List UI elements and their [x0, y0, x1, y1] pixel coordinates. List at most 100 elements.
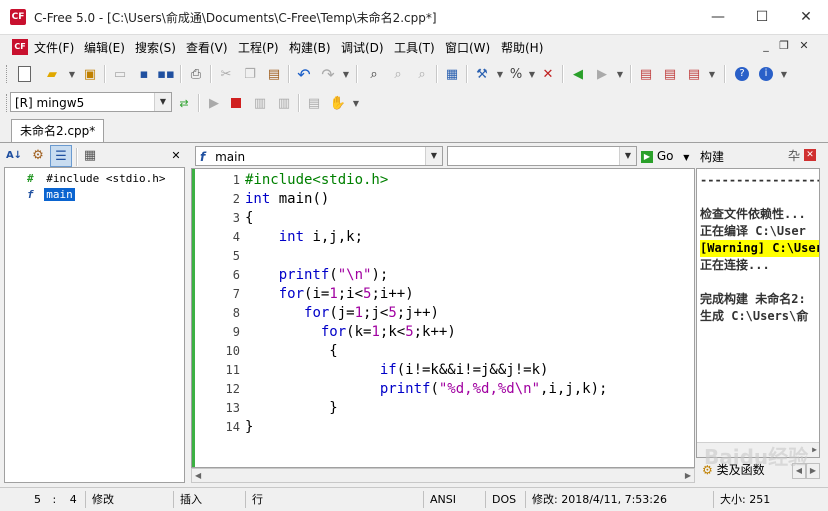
menu-search[interactable]: 搜索(S) — [135, 39, 176, 56]
options-button[interactable]: ▦ — [80, 145, 100, 165]
step-into-button[interactable]: ▥ — [274, 93, 294, 113]
member-select[interactable]: ▼ — [447, 146, 637, 166]
watch-button[interactable]: ▤ — [304, 93, 324, 113]
pin-button[interactable]: 卆 — [788, 147, 800, 164]
mdi-restore-button[interactable]: ❐ — [776, 39, 792, 53]
help-button[interactable]: ? — [732, 64, 752, 84]
panel-scroll-button[interactable]: ▶ — [806, 463, 820, 479]
menu-project[interactable]: 工程(P) — [238, 39, 279, 56]
bookmark-toggle-button[interactable]: ▤ — [636, 64, 656, 84]
stop-button[interactable] — [226, 93, 246, 113]
find-in-files-button[interactable]: ▦ — [442, 64, 462, 84]
sort-az-icon: A↓ — [5, 149, 23, 161]
compile-button[interactable]: ⚒ — [472, 64, 492, 84]
bookmark-clear-button[interactable]: ▤ — [684, 64, 704, 84]
menu-build[interactable]: 构建(B) — [289, 39, 331, 56]
mdi-close-button[interactable]: ✕ — [796, 39, 812, 53]
panel-scroll-button[interactable]: ◀ — [792, 463, 806, 479]
options-icon: ▦ — [83, 147, 97, 163]
compiler-select[interactable]: [R] mingw5 ▼ — [10, 92, 172, 112]
open-project-button[interactable]: ▣ — [80, 64, 100, 84]
document-tab-bar: 未命名2.cpp* — [0, 117, 828, 143]
build-panel-close-button[interactable]: ✕ — [804, 149, 816, 161]
watch-icon: ▤ — [307, 95, 321, 111]
scroll-right-icon: ▶ — [812, 445, 817, 454]
code-line: 6 printf("\n"); — [232, 267, 389, 283]
output-warning-line: [Warning] C:\User — [700, 240, 819, 257]
run-icon: ▶ — [209, 95, 219, 111]
sort-button[interactable]: A↓ — [4, 145, 24, 165]
new-file-button[interactable] — [14, 64, 34, 84]
find-next-button[interactable]: ⌕ — [388, 64, 408, 84]
info-icon: i — [759, 67, 773, 81]
code-editor[interactable]: 1 #include<stdio.h> 2 int main() 3{ 4 int … — [191, 168, 695, 468]
forward-button[interactable]: ▶ — [592, 64, 612, 84]
close-file-button[interactable]: ▭ — [110, 64, 130, 84]
step-over-button[interactable]: ▥ — [250, 93, 270, 113]
close-button[interactable]: ✕ — [784, 0, 828, 34]
hand-button[interactable]: ✋ — [328, 93, 348, 113]
function-select[interactable]: f main ▼ — [195, 146, 443, 166]
hand-icon: ✋ — [329, 95, 347, 111]
arrow-left-icon: ◀ — [573, 66, 583, 82]
editor-horizontal-scrollbar[interactable]: ◀ ▶ — [191, 468, 695, 483]
info-dropdown[interactable]: ▼ — [774, 64, 794, 84]
cut-button[interactable]: ✂ — [216, 64, 236, 84]
menu-edit[interactable]: 编辑(E) — [84, 39, 125, 56]
find-button[interactable]: ⌕ — [364, 64, 384, 84]
build-panel-title: 构建 — [700, 150, 725, 164]
menu-bar: CF 文件(F) 编辑(E) 搜索(S) 查看(V) 工程(P) 构建(B) 调… — [0, 35, 828, 59]
go-button[interactable]: ▶ Go ▼ — [641, 146, 693, 166]
output-line: 正在编译 C:\User — [700, 224, 806, 238]
insert-mode: 插入 — [176, 491, 246, 508]
paste-button[interactable]: ▤ — [264, 64, 284, 84]
stop-build-button[interactable]: ✕ — [538, 64, 558, 84]
switch-compiler-button[interactable]: ⇄ — [174, 93, 194, 113]
tab-untitled2[interactable]: 未命名2.cpp* — [11, 119, 105, 142]
hand-dropdown[interactable]: ▼ — [346, 93, 366, 113]
tree-item-include[interactable]: # #include <stdio.h> — [27, 171, 165, 187]
replace-button[interactable]: ⌕ — [412, 64, 432, 84]
menu-view[interactable]: 查看(V) — [186, 39, 228, 56]
minimize-button[interactable]: — — [696, 0, 740, 34]
copy-button[interactable]: ❐ — [240, 64, 260, 84]
chevron-down-icon: ▼ — [683, 153, 690, 162]
bookmark-next-icon: ▤ — [663, 66, 677, 82]
menu-window[interactable]: 窗口(W) — [445, 39, 490, 56]
redo-button[interactable]: ↷ — [318, 64, 338, 84]
save-button[interactable]: ▪ — [134, 64, 154, 84]
open-button[interactable]: ▰ — [42, 64, 62, 84]
mdi-minimize-button[interactable]: _ — [758, 39, 774, 53]
chevron-down-icon: ▼ — [154, 93, 171, 111]
menu-file[interactable]: 文件(F) — [34, 39, 74, 56]
menu-tools[interactable]: 工具(T) — [394, 39, 435, 56]
maximize-button[interactable]: ☐ — [740, 0, 784, 34]
list-view-button[interactable]: ☰ — [50, 145, 72, 167]
tab-class-functions[interactable]: ⚙ 类及函数 — [702, 461, 765, 479]
save-all-button[interactable]: ▪▪ — [156, 64, 176, 84]
run-button[interactable]: ▶ — [204, 93, 224, 113]
menu-help[interactable]: 帮助(H) — [501, 39, 543, 56]
menu-debug[interactable]: 调试(D) — [341, 39, 384, 56]
redo-dropdown[interactable]: ▼ — [336, 64, 356, 84]
editor-panel: f main ▼ ▼ ▶ Go ▼ 1 #include<stdio.h> 2 in… — [191, 143, 695, 483]
undo-button[interactable]: ↶ — [294, 64, 314, 84]
bookmark-next-button[interactable]: ▤ — [660, 64, 680, 84]
filter-icon: ⚙ — [32, 147, 44, 163]
step-into-icon: ▥ — [277, 95, 291, 111]
forward-dropdown[interactable]: ▼ — [610, 64, 630, 84]
bookmark-clear-icon: ▤ — [687, 66, 701, 82]
open-dropdown[interactable]: ▼ — [62, 64, 82, 84]
symbol-panel-close-button[interactable]: ✕ — [166, 145, 186, 165]
bookmark-dropdown[interactable]: ▼ — [702, 64, 722, 84]
class-icon: ⚙ — [702, 463, 713, 477]
filter-button[interactable]: ⚙ — [28, 145, 48, 165]
print-button[interactable]: ⎙ — [186, 64, 206, 84]
tree-item-main[interactable]: f main — [27, 187, 75, 203]
info-button[interactable]: i — [756, 64, 776, 84]
code-line: 11 if(i!=k&&i!=j&&j!=k) — [225, 362, 549, 378]
go-icon: ▶ — [641, 150, 653, 163]
step-over-icon: ▥ — [253, 95, 267, 111]
output-line: 正在连接... — [700, 258, 770, 272]
back-button[interactable]: ◀ — [568, 64, 588, 84]
